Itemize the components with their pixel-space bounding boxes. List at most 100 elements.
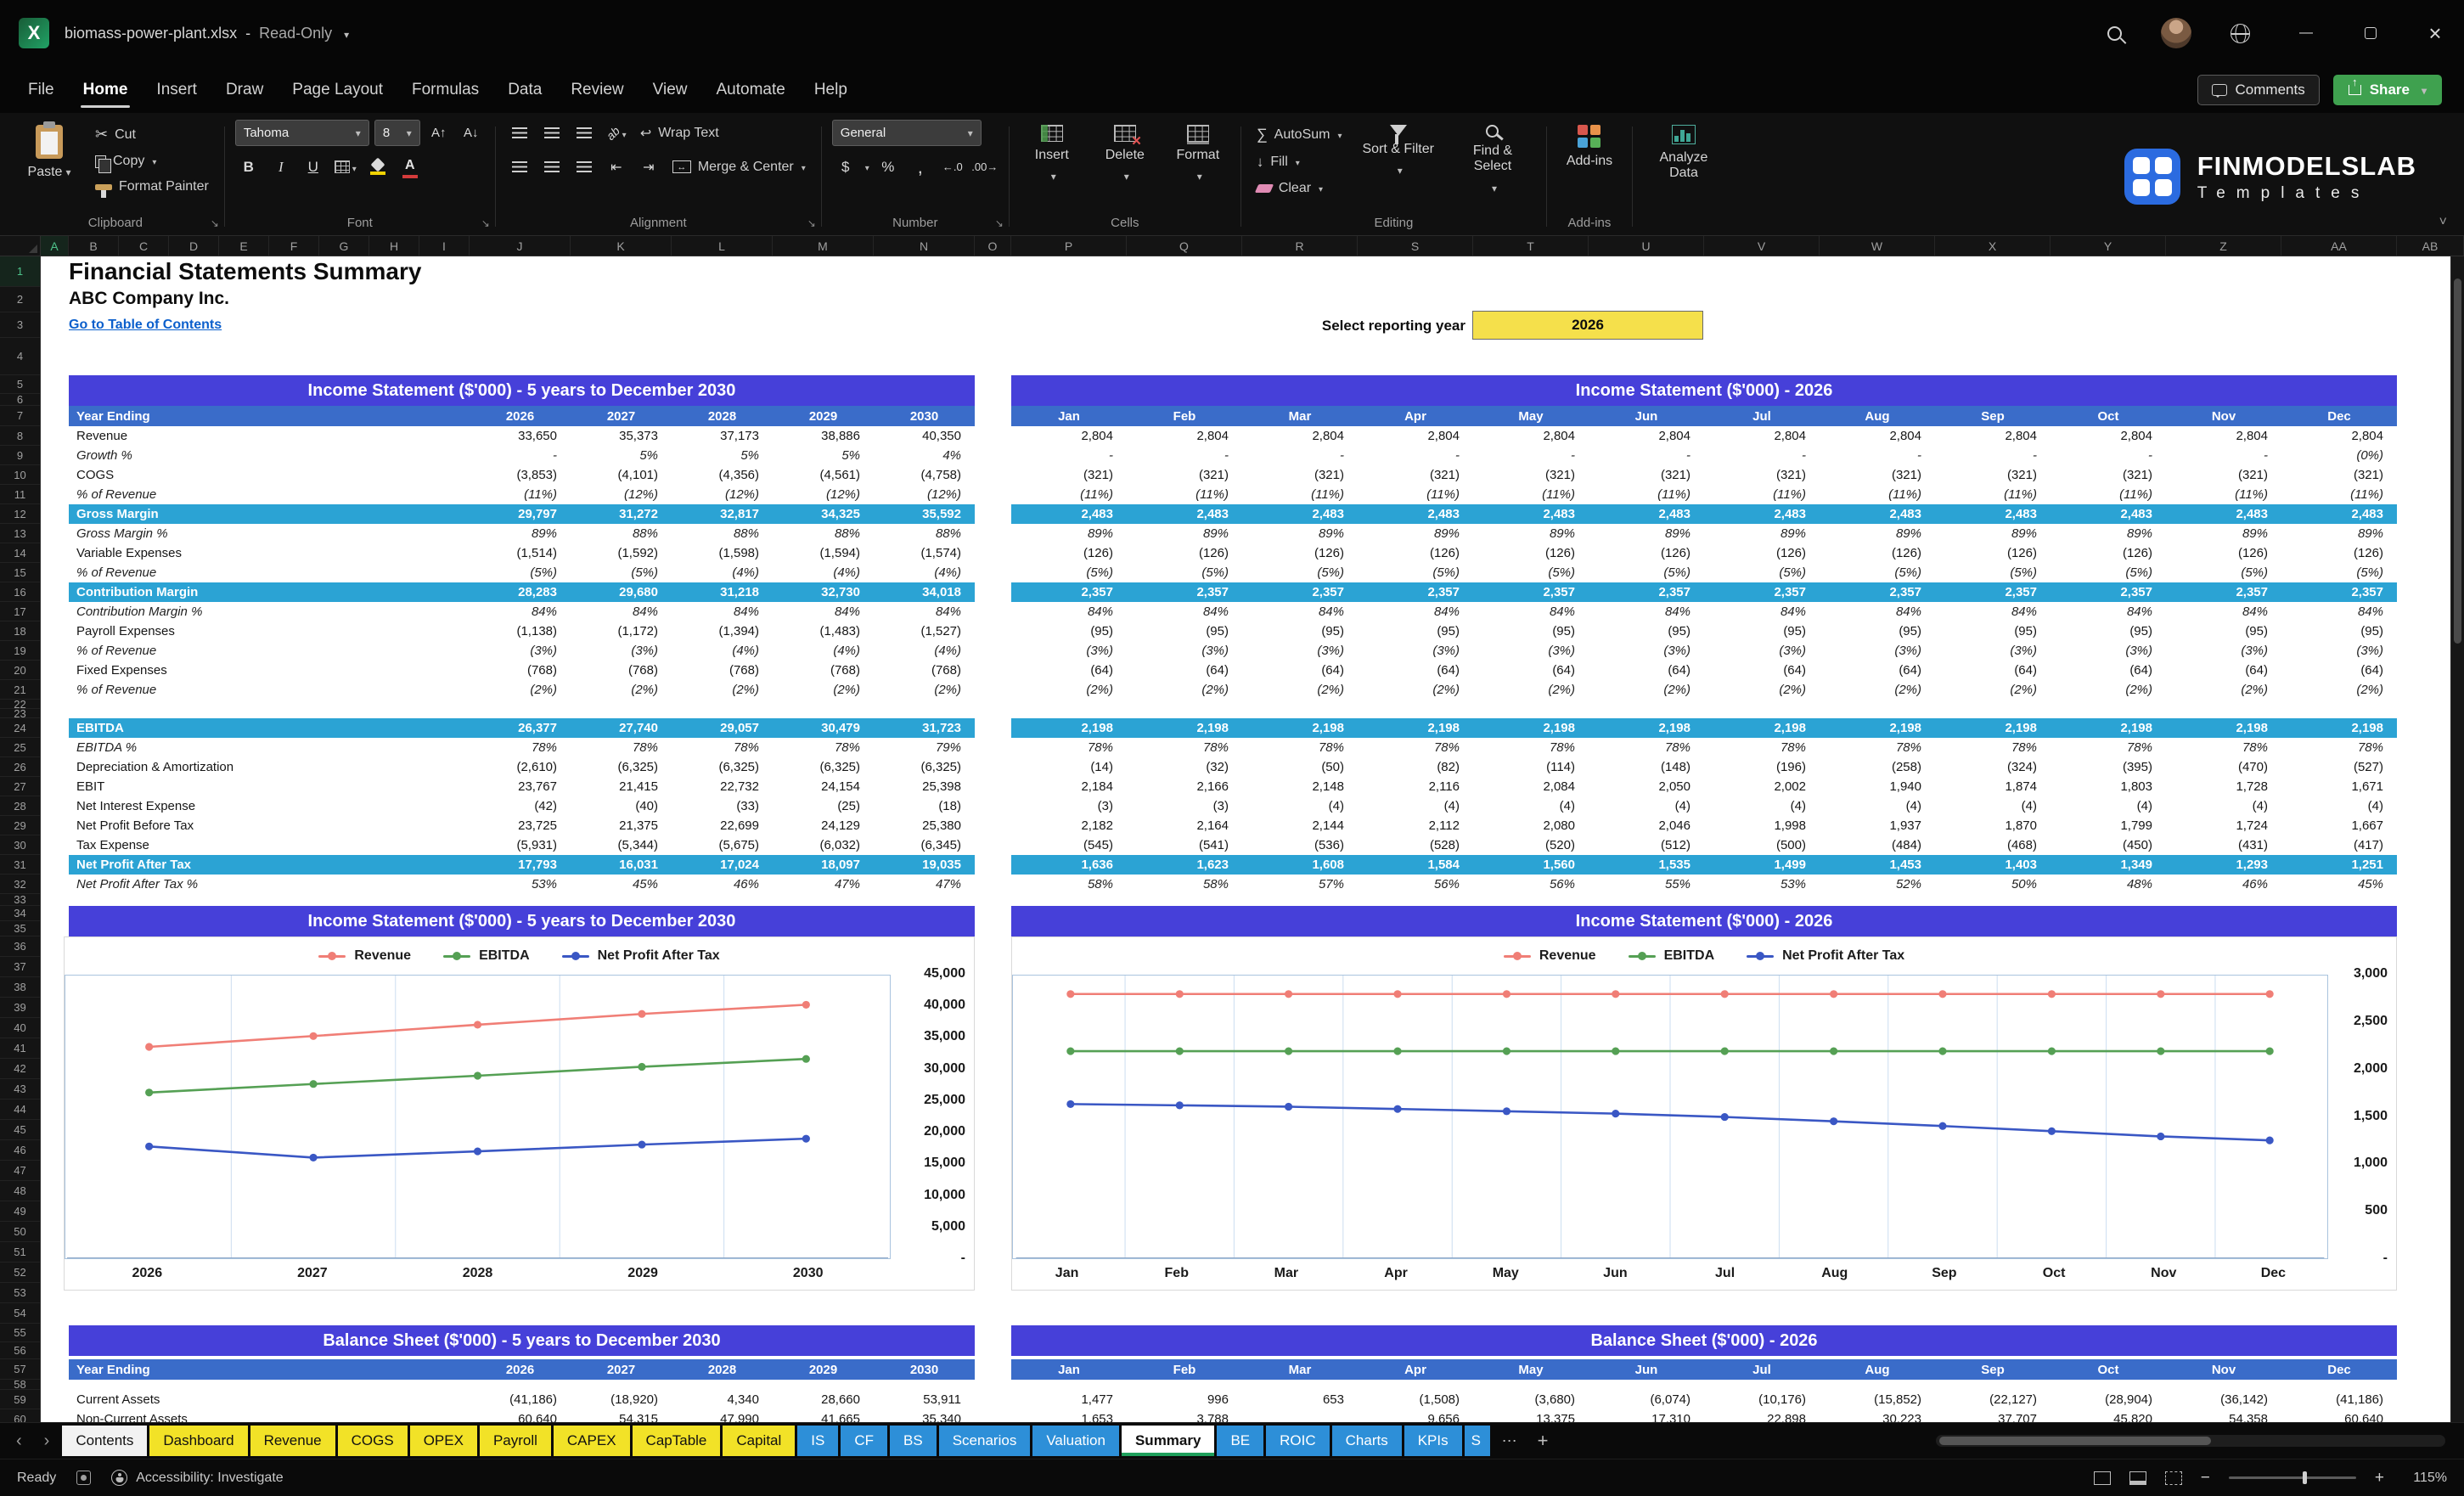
row-label[interactable]: EBITDA % xyxy=(69,740,470,755)
cell[interactable]: (14) xyxy=(1011,760,1127,774)
cell[interactable]: 1,560 xyxy=(1473,858,1589,872)
cell[interactable]: (395) xyxy=(2051,760,2166,774)
cell[interactable]: (3%) xyxy=(1589,644,1704,658)
cell[interactable]: (126) xyxy=(2051,546,2166,560)
cell[interactable]: 5% xyxy=(773,448,874,463)
row-header-15[interactable]: 15 xyxy=(0,563,40,582)
cell[interactable]: 84% xyxy=(1935,605,2051,619)
cell[interactable]: 89% xyxy=(1011,526,1127,541)
menu-automate[interactable]: Automate xyxy=(701,73,799,107)
table-header-cell[interactable]: Feb xyxy=(1127,1359,1242,1380)
cell[interactable]: 52% xyxy=(1820,877,1935,891)
menu-data[interactable]: Data xyxy=(493,73,556,107)
cell[interactable]: 78% xyxy=(773,740,874,755)
chevron-down-icon[interactable] xyxy=(340,25,349,42)
cell[interactable]: 31,218 xyxy=(672,585,773,599)
italic-button[interactable] xyxy=(267,154,295,180)
cell[interactable]: (768) xyxy=(874,663,975,678)
cell[interactable]: (1,172) xyxy=(571,624,672,638)
table-header-cell[interactable]: May xyxy=(1473,406,1589,426)
row-header-47[interactable]: 47 xyxy=(0,1161,40,1181)
column-header-AB[interactable]: AB xyxy=(2397,236,2464,256)
row-label[interactable]: Revenue xyxy=(69,429,470,443)
row-header-35[interactable]: 35 xyxy=(0,921,40,936)
cell[interactable]: - xyxy=(1358,448,1473,463)
page-layout-view-button[interactable] xyxy=(2129,1471,2146,1485)
table-header-cell[interactable]: Nov xyxy=(2166,1359,2281,1380)
table-header-cell[interactable]: Jul xyxy=(1704,1359,1820,1380)
cell[interactable]: 2,483 xyxy=(1127,507,1242,521)
cell[interactable]: 2,804 xyxy=(2051,429,2166,443)
cell[interactable]: (126) xyxy=(1127,546,1242,560)
toc-link[interactable]: Go to Table of Contents xyxy=(69,318,222,333)
cell[interactable]: (4) xyxy=(2051,799,2166,813)
cell[interactable]: 29,680 xyxy=(571,585,672,599)
table-header-cell[interactable]: 2030 xyxy=(874,406,975,426)
cell[interactable]: (5%) xyxy=(1935,565,2051,580)
cell[interactable]: 47% xyxy=(874,877,975,891)
tab-is[interactable]: IS xyxy=(797,1426,839,1456)
cell[interactable]: 25,398 xyxy=(874,779,975,794)
cell[interactable]: (126) xyxy=(1589,546,1704,560)
cell[interactable]: 47% xyxy=(773,877,874,891)
cell[interactable]: 1,940 xyxy=(1820,779,1935,794)
cell[interactable]: 2,357 xyxy=(1935,585,2051,599)
tab-bs[interactable]: BS xyxy=(890,1426,937,1456)
row-header-50[interactable]: 50 xyxy=(0,1222,40,1242)
row-header-1[interactable]: 1 xyxy=(0,256,40,287)
row-header-37[interactable]: 37 xyxy=(0,957,40,977)
cell[interactable]: 78% xyxy=(1704,740,1820,755)
cell[interactable]: (2%) xyxy=(1011,683,1127,697)
analyze-data-button[interactable]: Analyze Data xyxy=(1643,120,1724,187)
cell[interactable]: 2,804 xyxy=(2281,429,2397,443)
cell[interactable]: (4%) xyxy=(773,565,874,580)
cell[interactable]: (4%) xyxy=(773,644,874,658)
align-left-button[interactable] xyxy=(506,154,533,180)
cell[interactable]: (5%) xyxy=(2281,565,2397,580)
cell[interactable]: (95) xyxy=(2166,624,2281,638)
column-header-B[interactable]: B xyxy=(69,236,119,256)
cell[interactable]: 2,804 xyxy=(1473,429,1589,443)
cell[interactable]: 2,357 xyxy=(1473,585,1589,599)
row-header-31[interactable]: 31 xyxy=(0,855,40,875)
row-label[interactable]: COGS xyxy=(69,468,470,482)
cell[interactable]: (95) xyxy=(2281,624,2397,638)
vertical-scrollbar-thumb[interactable] xyxy=(2454,278,2461,644)
cell[interactable]: 46% xyxy=(2166,877,2281,891)
cell[interactable]: 2,483 xyxy=(2166,507,2281,521)
zoom-out-button[interactable] xyxy=(2201,1469,2210,1488)
cell[interactable]: - xyxy=(2166,448,2281,463)
cell[interactable]: (6,074) xyxy=(1589,1392,1704,1407)
accounting-format-button[interactable] xyxy=(832,154,859,180)
tab-scroll-left-button[interactable] xyxy=(7,1431,31,1451)
cell[interactable]: 2,198 xyxy=(1473,721,1589,735)
cell[interactable]: (95) xyxy=(1589,624,1704,638)
cell[interactable]: 2,483 xyxy=(1820,507,1935,521)
font-name-select[interactable]: Tahoma xyxy=(234,120,369,146)
column-header-S[interactable]: S xyxy=(1358,236,1473,256)
cell[interactable]: (3%) xyxy=(2051,644,2166,658)
cell[interactable]: 46% xyxy=(672,877,773,891)
cell[interactable]: 78% xyxy=(1358,740,1473,755)
comments-button[interactable]: Comments xyxy=(2197,74,2320,105)
cell[interactable]: (5%) xyxy=(1358,565,1473,580)
cut-button[interactable]: Cut xyxy=(90,123,214,146)
cell[interactable]: 1,803 xyxy=(2051,779,2166,794)
cell[interactable]: 2,804 xyxy=(1589,429,1704,443)
table-header-cell[interactable]: 2027 xyxy=(571,406,672,426)
cell[interactable]: 78% xyxy=(1011,740,1127,755)
cell[interactable]: 2,483 xyxy=(1589,507,1704,521)
cell[interactable]: 84% xyxy=(1473,605,1589,619)
row-header-11[interactable]: 11 xyxy=(0,485,40,504)
cell[interactable]: 84% xyxy=(672,605,773,619)
row-header-5[interactable]: 5 xyxy=(0,375,40,394)
cell[interactable]: (1,594) xyxy=(773,546,874,560)
row-label[interactable]: Variable Expenses xyxy=(69,546,470,560)
column-header-O[interactable]: O xyxy=(975,236,1011,256)
row-header-56[interactable]: 56 xyxy=(0,1342,40,1359)
cell[interactable]: (126) xyxy=(1358,546,1473,560)
cell[interactable]: 84% xyxy=(470,605,571,619)
row-header-54[interactable]: 54 xyxy=(0,1303,40,1324)
cell[interactable]: (41,186) xyxy=(2281,1392,2397,1407)
table-header-cell[interactable]: Jun xyxy=(1589,406,1704,426)
